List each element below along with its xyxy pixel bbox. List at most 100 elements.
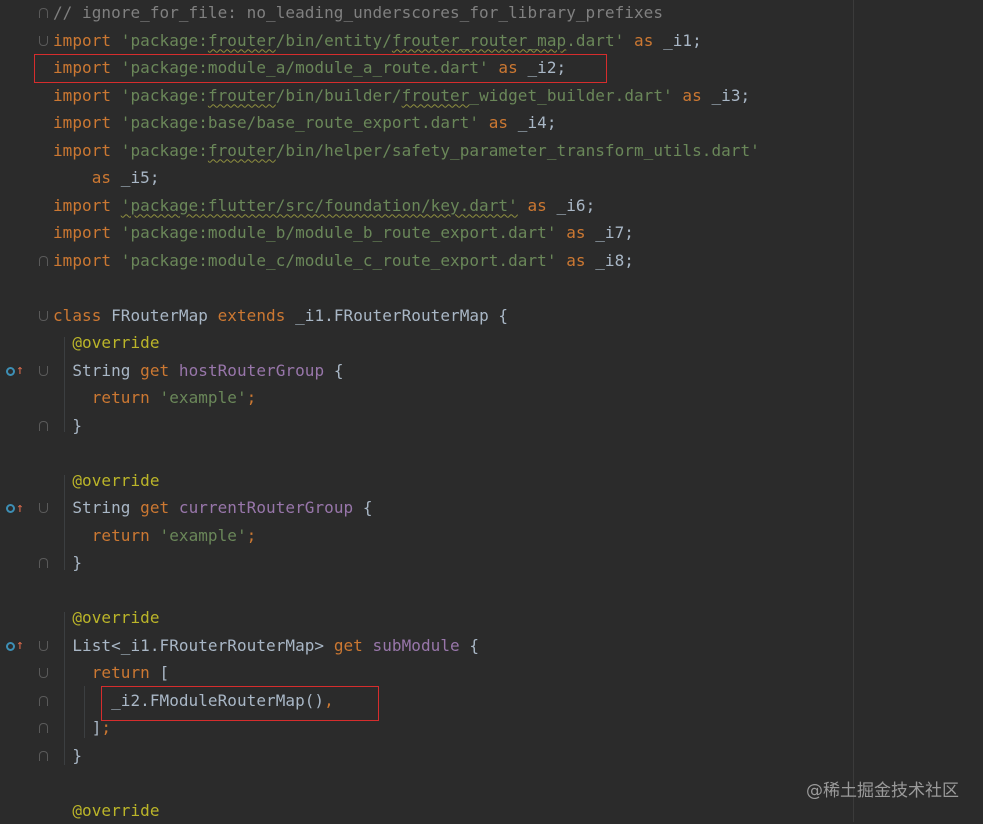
highlight-box-import-module-a xyxy=(34,54,607,83)
code-token: 'example' xyxy=(160,526,247,545)
code-token: { xyxy=(460,636,479,655)
code-line[interactable]: return 'example'; xyxy=(53,384,256,412)
code-token: import xyxy=(53,223,121,242)
code-token: import xyxy=(53,141,121,160)
code-line[interactable]: @override xyxy=(53,797,160,824)
code-line[interactable]: String get currentRouterGroup { xyxy=(53,494,373,522)
code-line[interactable]: // ignore_for_file: no_leading_underscor… xyxy=(53,0,663,27)
code-token: 'package:module_b/module_b_route_export.… xyxy=(121,223,557,242)
code-line[interactable]: import 'package:module_b/module_b_route_… xyxy=(53,219,634,247)
indent-guide xyxy=(84,686,85,738)
code-token: as xyxy=(53,168,121,187)
code-token: _widget_builder.dart' xyxy=(469,86,672,105)
code-token: // ignore_for_file: no_leading_underscor… xyxy=(53,3,663,22)
fold-marker-icon[interactable] xyxy=(39,421,48,431)
code-token: as xyxy=(479,113,518,132)
code-line[interactable]: @override xyxy=(53,604,160,632)
code-token: ] xyxy=(53,718,101,737)
indent-guide xyxy=(64,337,65,432)
code-token: frouter xyxy=(208,141,276,160)
code-token: currentRouterGroup xyxy=(179,498,353,517)
code-token: FRouterMap xyxy=(111,306,218,325)
code-token: { xyxy=(324,361,343,380)
code-token: _i7; xyxy=(595,223,634,242)
fold-marker-icon[interactable] xyxy=(39,366,48,376)
fold-marker-icon[interactable] xyxy=(39,8,48,18)
code-token: 'package: xyxy=(121,141,208,160)
fold-marker-icon[interactable] xyxy=(39,558,48,568)
code-token: /bin/builder/ xyxy=(276,86,402,105)
code-token: } xyxy=(53,553,82,572)
fold-marker-icon[interactable] xyxy=(39,311,48,321)
code-token: frouter xyxy=(208,31,276,50)
code-token: _i1; xyxy=(663,31,702,50)
code-token: @override xyxy=(53,471,160,490)
code-token: as xyxy=(557,251,596,270)
code-line[interactable]: } xyxy=(53,549,82,577)
code-token: get xyxy=(334,636,373,655)
code-token: ; xyxy=(247,388,257,407)
code-token: @override xyxy=(53,608,160,627)
fold-marker-icon[interactable] xyxy=(39,723,48,733)
code-line[interactable]: import 'package:flutter/src/foundation/k… xyxy=(53,192,595,220)
code-token: [ xyxy=(160,663,170,682)
code-line[interactable]: class FRouterMap extends _i1.FRouterRout… xyxy=(53,302,508,330)
code-token: /bin/helper/safety_parameter_transform_u… xyxy=(276,141,760,160)
code-token: as xyxy=(557,223,596,242)
override-method-icon[interactable]: ↑ xyxy=(6,501,24,515)
fold-marker-icon[interactable] xyxy=(39,751,48,761)
code-line[interactable]: import 'package:frouter/bin/helper/safet… xyxy=(53,137,760,165)
fold-marker-icon[interactable] xyxy=(39,503,48,513)
code-token: as xyxy=(624,31,663,50)
code-token: get xyxy=(140,498,179,517)
fold-marker-icon[interactable] xyxy=(39,256,48,266)
code-line[interactable]: import 'package:module_c/module_c_route_… xyxy=(53,247,634,275)
code-token: extends xyxy=(218,306,295,325)
right-margin-guide xyxy=(853,0,854,822)
code-token: _i6; xyxy=(557,196,596,215)
code-token: return xyxy=(53,663,160,682)
code-token: List<_i1.FRouterRouterMap> xyxy=(53,636,334,655)
code-line[interactable]: import 'package:frouter/bin/builder/frou… xyxy=(53,82,750,110)
fold-marker-icon[interactable] xyxy=(39,668,48,678)
code-editor[interactable]: // ignore_for_file: no_leading_underscor… xyxy=(0,0,983,822)
code-token: String xyxy=(53,361,140,380)
code-token: return xyxy=(53,388,160,407)
code-line[interactable]: } xyxy=(53,412,82,440)
code-token: 'package: xyxy=(121,31,208,50)
code-line[interactable]: @override xyxy=(53,329,160,357)
code-token: /bin/entity/ xyxy=(276,31,392,50)
code-token: as xyxy=(518,196,557,215)
override-method-icon[interactable]: ↑ xyxy=(6,639,24,653)
code-token: _i4; xyxy=(518,113,557,132)
fold-marker-icon[interactable] xyxy=(39,36,48,46)
code-token: String xyxy=(53,498,140,517)
code-token: .dart' xyxy=(566,31,624,50)
fold-marker-icon[interactable] xyxy=(39,696,48,706)
code-line[interactable]: as _i5; xyxy=(53,164,160,192)
code-token: 'package:module_c/module_c_route_export.… xyxy=(121,251,557,270)
code-line[interactable]: List<_i1.FRouterRouterMap> get subModule… xyxy=(53,632,479,660)
code-token: import xyxy=(53,196,121,215)
code-token: } xyxy=(53,416,82,435)
code-line[interactable]: import 'package:base/base_route_export.d… xyxy=(53,109,557,137)
code-token: { xyxy=(353,498,372,517)
code-token: 'package:flutter/src/foundation/key.dart… xyxy=(121,196,518,215)
code-line[interactable]: return [ xyxy=(53,659,169,687)
highlight-box-module-router-map xyxy=(101,686,379,721)
override-method-icon[interactable]: ↑ xyxy=(6,364,24,378)
code-token: class xyxy=(53,306,111,325)
code-line[interactable]: String get hostRouterGroup { xyxy=(53,357,344,385)
fold-marker-icon[interactable] xyxy=(39,641,48,651)
code-line[interactable]: } xyxy=(53,742,82,770)
code-token: _i1.FRouterRouterMap { xyxy=(295,306,508,325)
code-line[interactable]: @override xyxy=(53,467,160,495)
code-token: import xyxy=(53,86,121,105)
code-line[interactable]: import 'package:frouter/bin/entity/frout… xyxy=(53,27,702,55)
code-token: import xyxy=(53,31,121,50)
code-token: _i5; xyxy=(121,168,160,187)
code-token: hostRouterGroup xyxy=(179,361,324,380)
code-line[interactable]: return 'example'; xyxy=(53,522,256,550)
indent-guide xyxy=(64,475,65,570)
code-token: frouter xyxy=(208,86,276,105)
